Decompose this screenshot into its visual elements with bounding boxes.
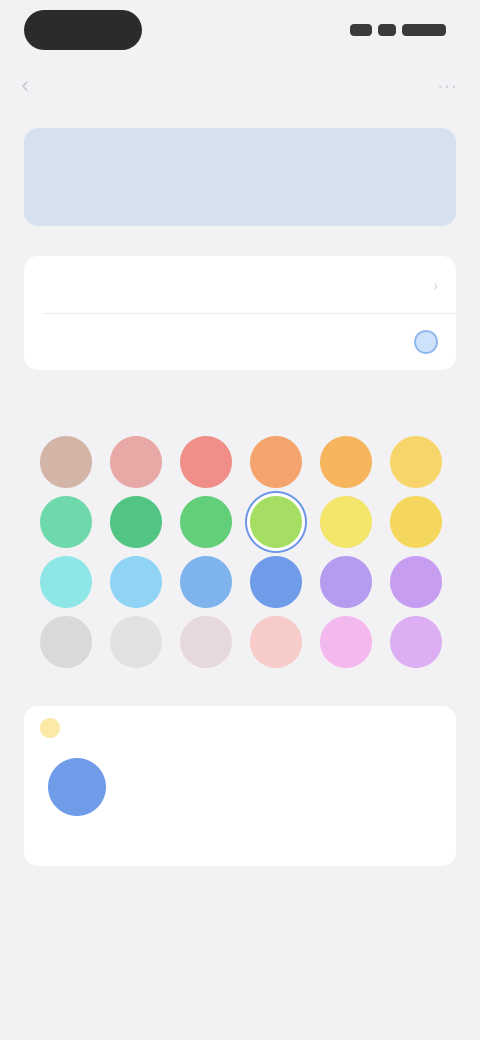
wifi-icon (378, 24, 396, 36)
color-swatch[interactable] (180, 436, 232, 488)
status-indicators (350, 22, 446, 38)
signal-icon (350, 24, 372, 36)
color-palette (24, 436, 456, 700)
color-swatch[interactable] (110, 556, 162, 608)
navigation-bar: ‹ ⋯ (0, 62, 480, 110)
footer-text-line (40, 918, 440, 946)
color-swatch[interactable] (180, 496, 232, 548)
color-swatch[interactable] (320, 616, 372, 668)
color-swatch[interactable] (320, 556, 372, 608)
option-toggle[interactable] (414, 329, 438, 354)
color-swatch[interactable] (250, 616, 302, 668)
preview-header (40, 718, 70, 738)
color-swatch[interactable] (180, 616, 232, 668)
color-swatch[interactable] (110, 496, 162, 548)
settings-row-name[interactable]: › (24, 256, 456, 313)
color-swatch[interactable] (390, 556, 442, 608)
footer-note (40, 890, 440, 946)
row-value: › (425, 277, 438, 293)
color-swatch[interactable] (390, 616, 442, 668)
banner-text-line (44, 146, 436, 168)
banner-text-line (44, 168, 436, 190)
preview-color-circle[interactable] (48, 758, 106, 816)
color-swatch[interactable] (390, 496, 442, 548)
color-swatch[interactable] (110, 616, 162, 668)
color-swatch[interactable] (40, 556, 92, 608)
preview-card (24, 706, 456, 866)
status-bar (0, 0, 480, 64)
settings-card: › (24, 256, 456, 370)
color-swatch[interactable] (390, 436, 442, 488)
settings-row-option[interactable] (24, 313, 456, 370)
more-icon[interactable]: ⋯ (434, 74, 460, 98)
battery-icon (402, 24, 446, 36)
info-banner (24, 128, 456, 226)
color-swatch[interactable] (40, 436, 92, 488)
dynamic-island-time (24, 10, 142, 50)
color-swatch[interactable] (40, 616, 92, 668)
row-value (406, 329, 438, 354)
color-swatch[interactable] (250, 556, 302, 608)
chevron-right-icon: › (433, 276, 438, 293)
color-swatch[interactable] (180, 556, 232, 608)
color-swatch[interactable] (110, 436, 162, 488)
color-swatch[interactable] (250, 496, 302, 548)
footer-text-line (40, 890, 440, 918)
color-swatch[interactable] (40, 496, 92, 548)
color-swatch[interactable] (320, 436, 372, 488)
chevron-left-icon[interactable]: ‹ (14, 72, 36, 97)
color-swatch[interactable] (250, 436, 302, 488)
star-icon (40, 718, 60, 738)
color-swatch[interactable] (320, 496, 372, 548)
